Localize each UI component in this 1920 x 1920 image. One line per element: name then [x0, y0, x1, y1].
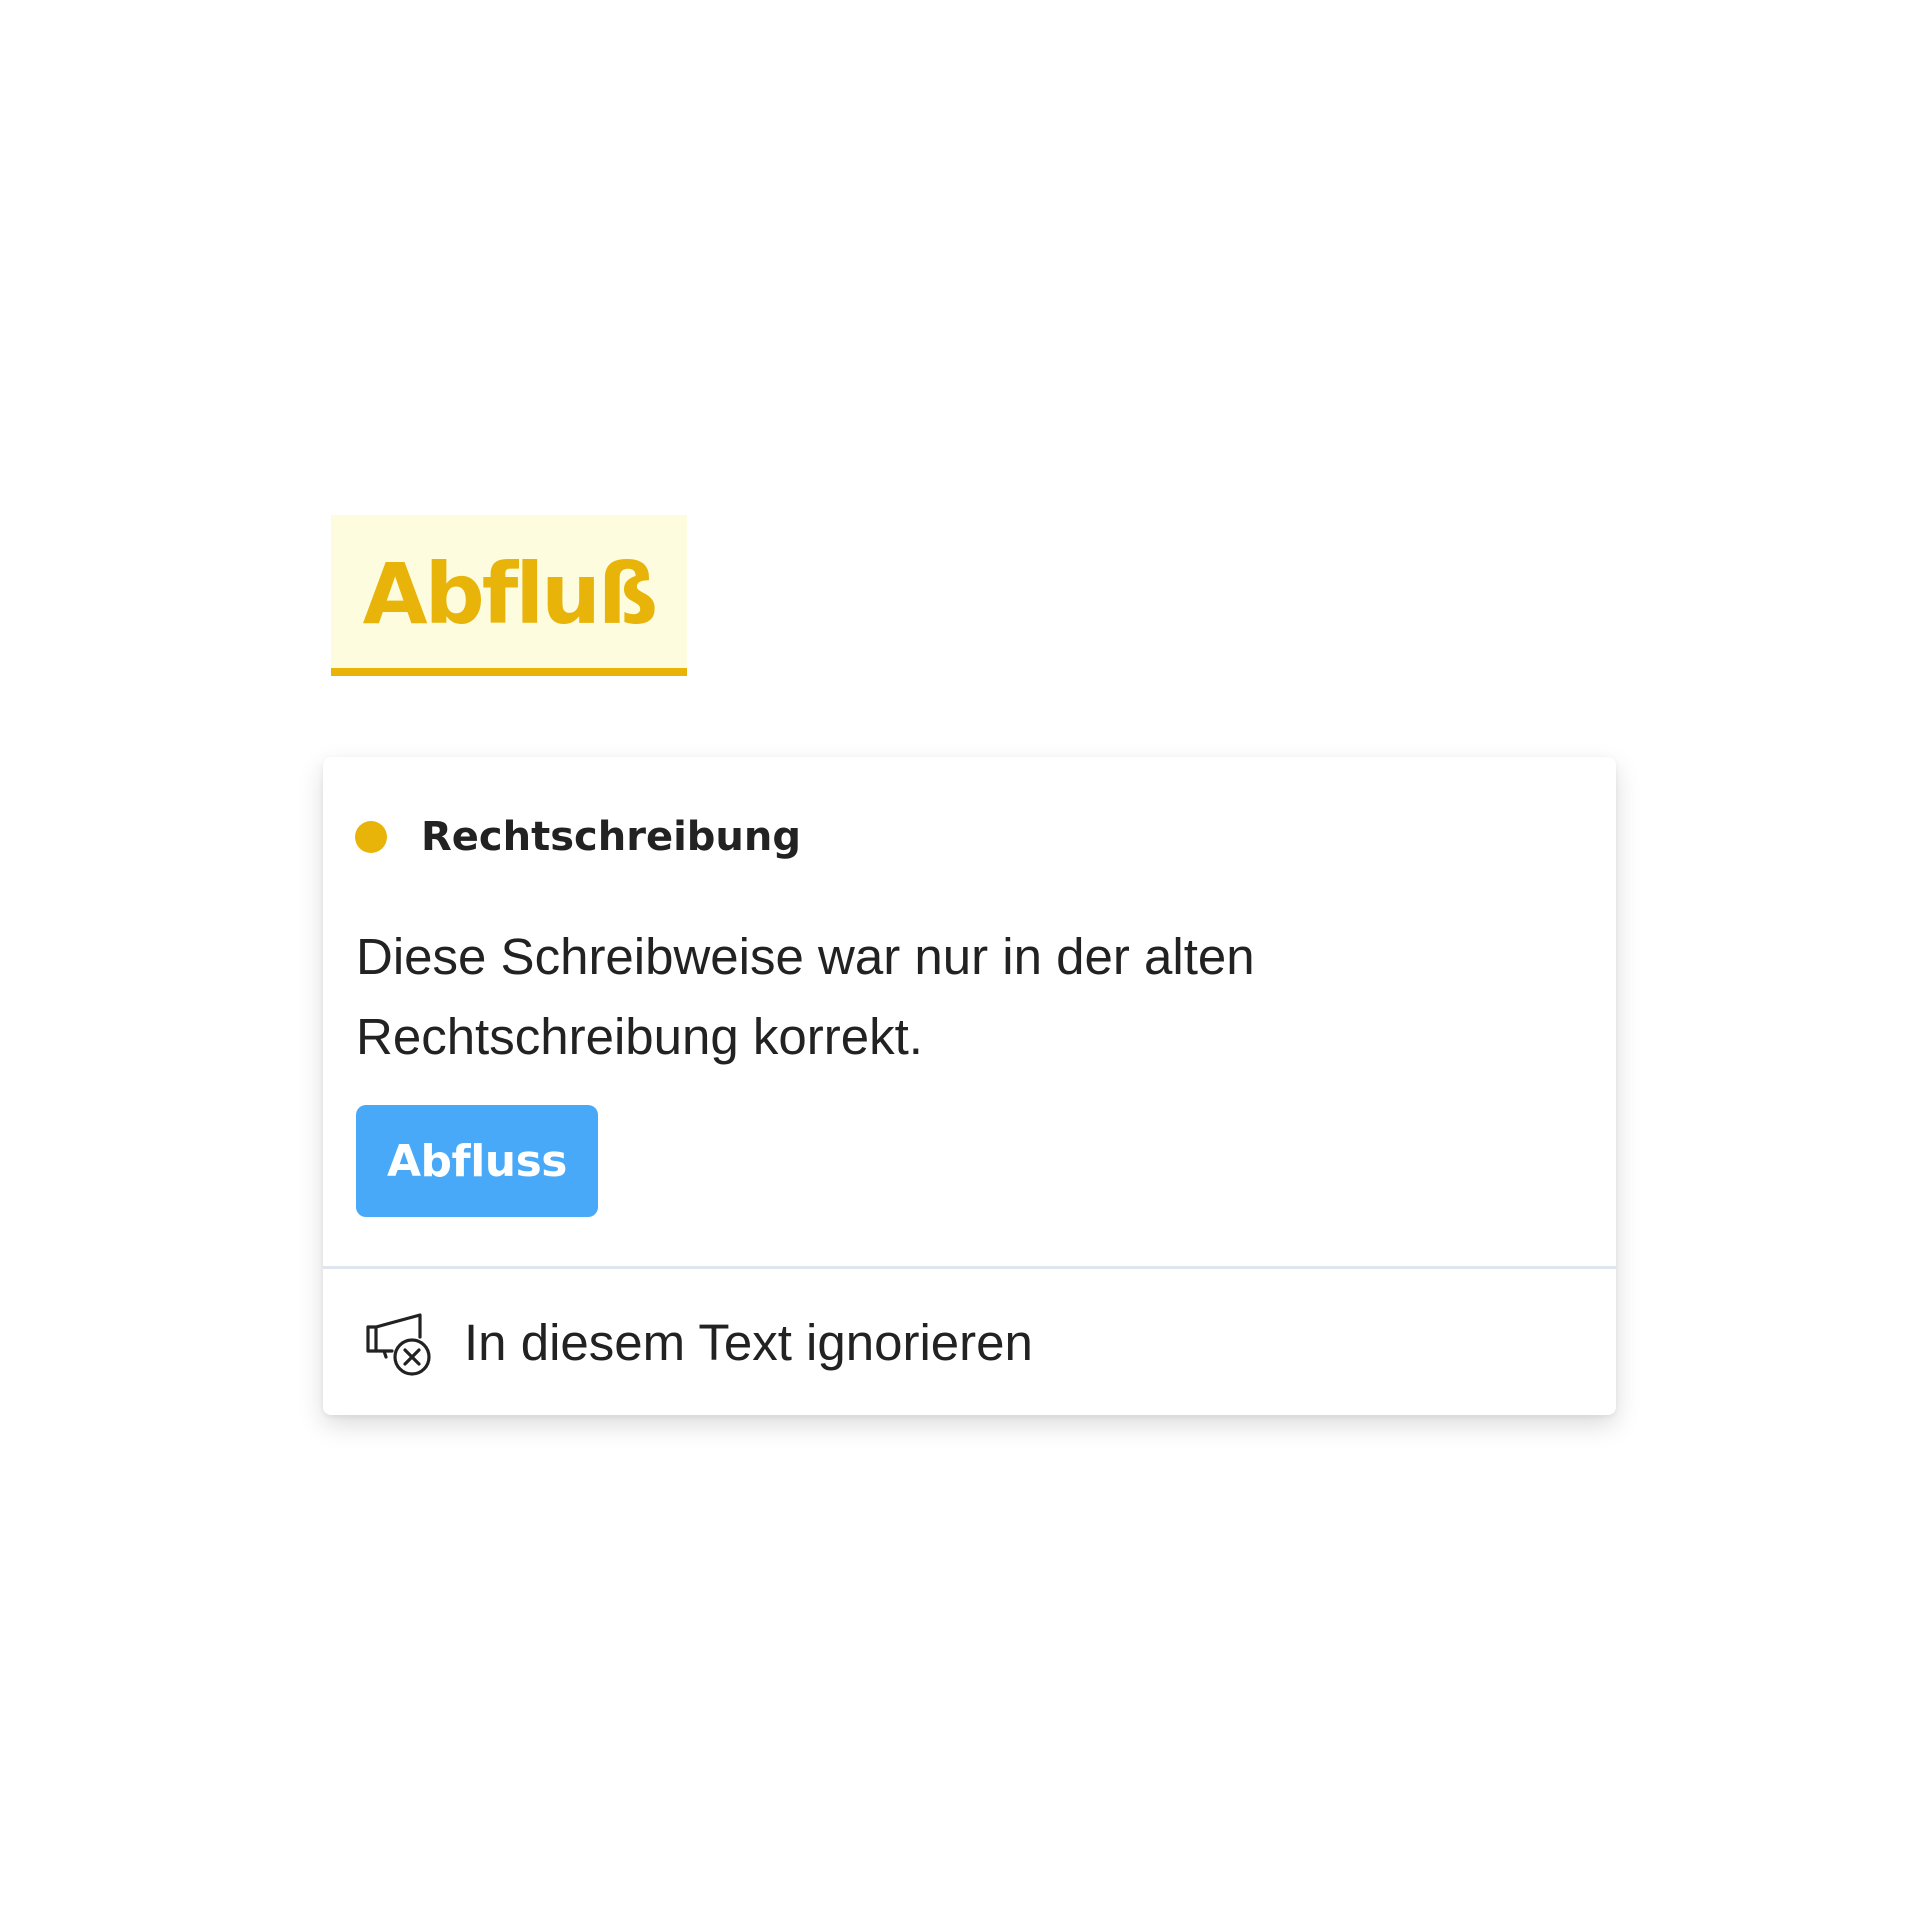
category-dot	[355, 821, 387, 853]
stage: Abfluß Rechtschreibung Diese Schreibweis…	[0, 0, 1920, 1920]
category-label: Rechtschreibung	[421, 814, 802, 860]
suggestion-button[interactable]: Abfluss	[356, 1105, 598, 1217]
ignore-in-text-button[interactable]: In diesem Text ignorieren	[323, 1269, 1616, 1415]
suggestion-card: Rechtschreibung Diese Schreibweise war n…	[323, 757, 1616, 1415]
card-header: Rechtschreibung	[355, 805, 801, 869]
flagged-word-text: Abfluß	[362, 544, 659, 643]
ignore-label: In diesem Text ignorieren	[464, 1313, 1033, 1371]
megaphone-x-icon	[364, 1307, 434, 1377]
flagged-word-highlight[interactable]: Abfluß	[331, 515, 687, 676]
error-message: Diese Schreibweise war nur in der alten …	[356, 928, 1255, 1065]
